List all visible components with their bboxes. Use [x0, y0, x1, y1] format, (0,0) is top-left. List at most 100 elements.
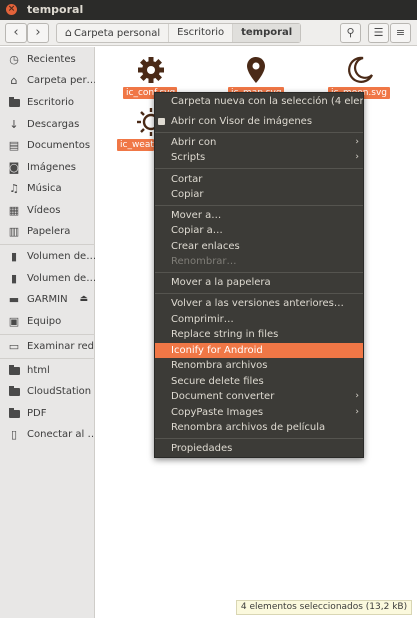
music-icon: ♫ [9, 182, 19, 195]
context-menu: Carpeta nueva con la selección (4 eleme…… [154, 92, 364, 458]
moon-icon[interactable] [345, 55, 375, 85]
sidebar-item-home[interactable]: ⌂ Carpeta per… [0, 70, 96, 91]
title-bar: × temporal [0, 0, 417, 20]
crumb-current[interactable]: temporal [233, 24, 301, 42]
download-icon: ↓ [9, 118, 19, 131]
sidebar-item-label: Examinar red [27, 341, 95, 352]
menu-separator [155, 168, 363, 169]
sidebar-item-label: Escritorio [27, 97, 74, 108]
folder-icon [7, 360, 21, 381]
menu-item-copy[interactable]: Copiar [155, 187, 363, 202]
back-arrow-icon: ‹ [13, 25, 19, 40]
sidebar-item-documentos[interactable]: ▤ Documentos [0, 135, 95, 156]
sidebar-item-recientes[interactable]: ◷ Recientes [0, 49, 95, 70]
toolbar: ‹ › ⌂ Carpeta personal Escritorio tempora… [0, 20, 417, 46]
sidebar-item-videos[interactable]: ▦ Vídeos [0, 200, 95, 221]
submenu-arrow-icon: › [355, 391, 359, 401]
forward-button[interactable]: › [27, 23, 49, 43]
forward-arrow-icon: › [35, 25, 41, 40]
status-bar: 4 elementos seleccionados (13,2 kB) [236, 600, 412, 615]
sidebar-item-label: Volumen de… [27, 273, 95, 284]
drive-icon: ▮ [10, 272, 18, 285]
list-view-icon: ☰ [373, 26, 384, 39]
submenu-arrow-icon: › [355, 137, 359, 147]
sidebar-item-label: Carpeta per… [27, 75, 95, 86]
sidebar-item-descargas[interactable]: ↓ Descargas [0, 114, 95, 135]
home-icon: ⌂ [10, 74, 18, 87]
sidebar-item-connect-server[interactable]: ▯ Conectar al … [0, 424, 95, 445]
sidebar: ◷ Recientes ⌂ Carpeta per… Escritorio ↓ Des… [0, 47, 95, 618]
menu-separator [155, 132, 363, 133]
sidebar-divider [0, 244, 95, 245]
menu-item-properties[interactable]: Propiedades [155, 441, 363, 456]
sidebar-item-musica[interactable]: ♫ Música [0, 178, 95, 199]
sidebar-item-equipo[interactable]: ▣ Equipo [0, 311, 95, 332]
search-button[interactable]: ⚲ [340, 23, 361, 43]
menu-item-move-to-trash[interactable]: Mover a la papelera [155, 275, 363, 290]
menu-item-open-image-viewer[interactable]: Abrir con Visor de imágenes [155, 114, 363, 129]
menu-item-open-with[interactable]: Abrir con › [155, 135, 363, 150]
menu-item-scripts[interactable]: Scripts › [155, 150, 363, 165]
menu-item-rename-movie-files[interactable]: Renombra archivos de película [155, 420, 363, 435]
menu-separator [155, 293, 363, 294]
crumb-label: Escritorio [177, 27, 225, 38]
list-view-button[interactable]: ☰ [368, 23, 389, 43]
sidebar-item-label: Imágenes [27, 162, 77, 173]
sidebar-item-label: Vídeos [27, 205, 61, 216]
sidebar-item-label: Conectar al … [27, 429, 95, 440]
menu-item-compress[interactable]: Comprimir… [155, 312, 363, 327]
gear-icon[interactable] [136, 55, 166, 85]
search-icon: ⚲ [346, 26, 355, 39]
eject-icon[interactable]: ⏏ [79, 289, 88, 310]
menu-separator [155, 438, 363, 439]
menu-item-copy-to[interactable]: Copiar a… [155, 223, 363, 238]
menu-item-replace-string[interactable]: Replace string in files [155, 327, 363, 342]
sidebar-item-label: Papelera [27, 226, 71, 237]
menu-item-iconify-android[interactable]: Iconify for Android [155, 343, 363, 358]
app-menu-button[interactable]: ≡ [390, 23, 411, 43]
sidebar-item-label: Recientes [27, 54, 76, 65]
map-pin-icon[interactable] [241, 55, 271, 85]
menu-icon: ≡ [395, 26, 406, 39]
sidebar-item-label: Documentos [27, 140, 91, 151]
document-icon: ▤ [8, 139, 20, 152]
sidebar-item-label: Descargas [27, 119, 80, 130]
sidebar-item-pdf[interactable]: PDF [0, 403, 95, 424]
sidebar-item-cloudstation[interactable]: CloudStation [0, 381, 95, 402]
sidebar-item-escritorio[interactable]: Escritorio [0, 92, 95, 113]
submenu-arrow-icon: › [355, 152, 359, 162]
sidebar-item-network[interactable]: ▭ Examinar red [0, 336, 95, 357]
connect-icon: ▯ [10, 428, 18, 441]
sidebar-item-papelera[interactable]: ▥ Papelera [0, 221, 95, 242]
crumb-desktop[interactable]: Escritorio [169, 24, 234, 42]
close-window-button[interactable]: × [6, 4, 17, 15]
crumb-label: Carpeta personal [73, 28, 161, 39]
folder-icon [7, 381, 21, 402]
sidebar-item-volume-1[interactable]: ▮ Volumen de… [0, 246, 95, 267]
clock-icon: ◷ [9, 53, 19, 66]
sidebar-item-label: Equipo [27, 316, 62, 327]
sidebar-item-html[interactable]: html [0, 360, 95, 381]
menu-item-copypaste-images[interactable]: CopyPaste Images › [155, 405, 363, 420]
menu-item-cut[interactable]: Cortar [155, 172, 363, 187]
menu-item-rename-files[interactable]: Renombra archivos [155, 358, 363, 373]
sidebar-item-imagenes[interactable]: ◙ Imágenes [0, 157, 95, 178]
menu-item-new-folder-selection[interactable]: Carpeta nueva con la selección (4 eleme… [155, 94, 363, 109]
menu-item-revert-versions[interactable]: Volver a las versiones anteriores… [155, 296, 363, 311]
camera-icon: ◙ [8, 161, 20, 174]
sidebar-item-label: Volumen de… [27, 251, 95, 262]
file-label[interactable]: ic_weat… [117, 139, 154, 151]
menu-item-document-converter[interactable]: Document converter › [155, 389, 363, 404]
sidebar-item-label: PDF [27, 408, 47, 419]
crumb-home[interactable]: ⌂ Carpeta personal [57, 24, 170, 42]
menu-item-create-links[interactable]: Crear enlaces [155, 239, 363, 254]
menu-item-move-to[interactable]: Mover a… [155, 208, 363, 223]
network-icon: ▭ [8, 340, 20, 353]
back-button[interactable]: ‹ [5, 23, 27, 43]
menu-item-secure-delete[interactable]: Secure delete files [155, 374, 363, 389]
window-title: temporal [27, 3, 84, 16]
sidebar-item-label: CloudStation [27, 386, 92, 397]
sidebar-item-garmin[interactable]: ▬ GARMIN ⏏ [0, 289, 95, 310]
usb-drive-icon: ▬ [8, 293, 20, 306]
sidebar-item-volume-2[interactable]: ▮ Volumen de… [0, 268, 95, 289]
